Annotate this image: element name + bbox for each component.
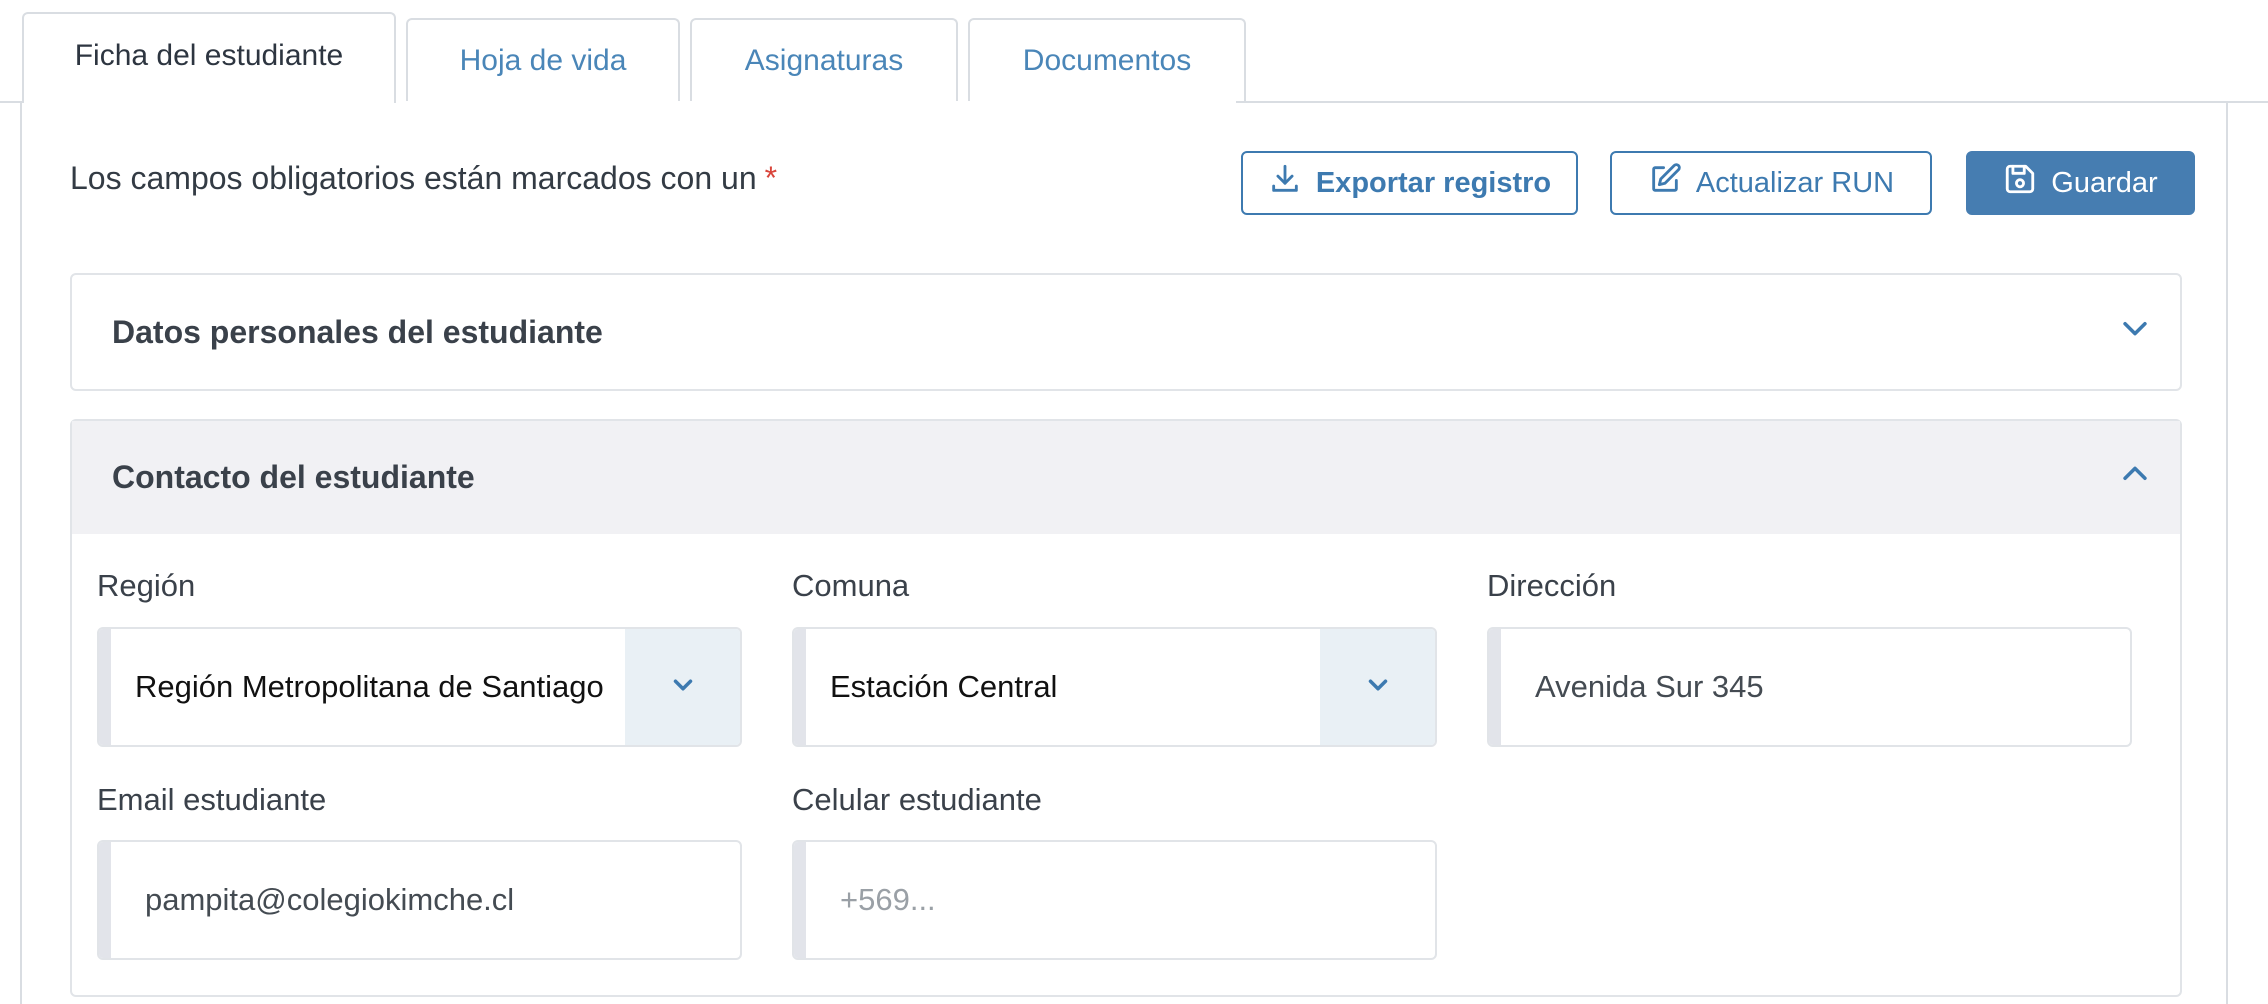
comuna-value: Estación Central	[830, 669, 1058, 704]
email-label: Email estudiante	[97, 782, 327, 817]
chevron-up-icon[interactable]	[2118, 457, 2152, 499]
tab-documentos[interactable]: Documentos	[968, 18, 1246, 101]
download-icon	[1268, 162, 1302, 204]
chevron-down-icon[interactable]	[2118, 311, 2152, 353]
update-run-button[interactable]: Actualizar RUN	[1610, 151, 1932, 215]
field-accent-bar	[99, 842, 111, 958]
comuna-select[interactable]: Estación Central	[792, 627, 1437, 747]
tab-bar-border	[0, 101, 22, 103]
direccion-label: Dirección	[1487, 568, 1617, 603]
save-label: Guardar	[2051, 166, 2158, 199]
email-input[interactable]: pampita@colegiokimche.cl	[97, 840, 742, 960]
direccion-input[interactable]: Avenida Sur 345	[1487, 627, 2132, 747]
edit-icon	[1648, 162, 1682, 204]
field-accent-bar	[794, 629, 806, 745]
tab-label: Asignaturas	[744, 43, 904, 77]
tab-hoja-de-vida[interactable]: Hoja de vida	[406, 18, 680, 101]
accordion-contact-title: Contacto del estudiante	[112, 459, 475, 495]
required-note-text: Los campos obligatorios están marcados c…	[70, 160, 757, 196]
field-accent-bar	[794, 842, 806, 958]
field-accent-bar	[99, 629, 111, 745]
comuna-label: Comuna	[792, 568, 910, 603]
tab-label: Ficha del estudiante	[74, 38, 344, 72]
accordion-personal-title: Datos personales del estudiante	[112, 313, 603, 350]
export-record-button[interactable]: Exportar registro	[1241, 151, 1578, 215]
chevron-down-icon	[1363, 670, 1393, 705]
update-run-label: Actualizar RUN	[1695, 166, 1895, 199]
region-label: Región	[97, 568, 196, 603]
tab-label: Documentos	[1022, 43, 1192, 77]
chevron-down-icon	[668, 670, 698, 705]
tab-asignaturas[interactable]: Asignaturas	[690, 18, 958, 101]
floppy-disk-icon	[2003, 162, 2037, 204]
accordion-personal-header[interactable]: Datos personales del estudiante	[72, 275, 2180, 389]
celular-label: Celular estudiante	[792, 782, 1042, 817]
accordion-personal-data: Datos personales del estudiante	[70, 273, 2182, 391]
email-value: pampita@colegiokimche.cl	[145, 882, 515, 917]
required-fields-note: Los campos obligatorios están marcados c…	[70, 160, 777, 197]
region-select[interactable]: Región Metropolitana de Santiago	[97, 627, 742, 747]
save-button[interactable]: Guardar	[1966, 151, 2195, 215]
comuna-dropdown-toggle[interactable]	[1320, 629, 1435, 745]
tab-ficha-estudiante[interactable]: Ficha del estudiante	[22, 12, 396, 103]
export-record-label: Exportar registro	[1315, 166, 1552, 199]
field-accent-bar	[1489, 629, 1501, 745]
tab-label: Hoja de vida	[459, 43, 627, 77]
region-value: Región Metropolitana de Santiago	[135, 669, 604, 704]
celular-placeholder: +569...	[840, 882, 936, 917]
region-dropdown-toggle[interactable]	[625, 629, 740, 745]
accordion-contact-header[interactable]: Contacto del estudiante	[72, 421, 2180, 534]
celular-input[interactable]: +569...	[792, 840, 1437, 960]
required-star: *	[764, 160, 778, 196]
direccion-value: Avenida Sur 345	[1535, 669, 1764, 704]
